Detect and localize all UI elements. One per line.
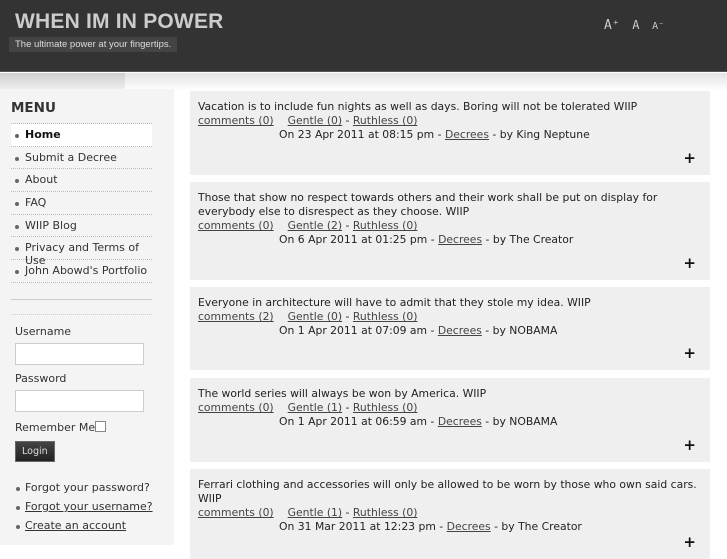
decree-actions: comments (0) Gentle (1) - Ruthless (0) (198, 401, 702, 415)
font-decrease-button[interactable]: A⁻ (652, 21, 664, 32)
decree-actions: comments (0) Gentle (0) - Ruthless (0) (198, 114, 702, 128)
category-link[interactable]: Decrees (447, 520, 491, 533)
decree-meta: On 1 Apr 2011 at 06:59 am - Decrees - by… (279, 415, 702, 429)
decree-date: On 31 Mar 2011 at 12:23 pm - (279, 520, 447, 533)
decree-author: - by NOBAMA (481, 324, 558, 337)
sidebar-shadow (0, 73, 125, 89)
main-menu: Home Submit a Decree About FAQ WIIP Blog… (11, 123, 152, 283)
decree-author: - by The Creator (482, 233, 574, 246)
decree-date: On 1 Apr 2011 at 07:09 am - (279, 324, 438, 337)
decree-actions: comments (0) Gentle (1) - Ruthless (0) (198, 506, 702, 520)
tagline: The ultimate power at your fingertips. (9, 37, 178, 52)
font-size-controls: A⁺ A A⁻ (604, 18, 670, 33)
site-title[interactable]: WHEN IM IN POWER (15, 10, 224, 34)
decree-author: - by King Neptune (488, 128, 590, 141)
menu-item-portfolio[interactable]: John Abowd's Portfolio (11, 260, 152, 283)
decree-actions: comments (0) Gentle (2) - Ruthless (0) (198, 219, 702, 233)
menu-item-blog[interactable]: WIIP Blog (11, 215, 152, 238)
font-reset-button[interactable]: A (632, 18, 639, 32)
category-link[interactable]: Decrees (438, 324, 482, 337)
username-input[interactable] (15, 343, 144, 365)
decree-post: The world series will always be won by A… (190, 378, 710, 462)
header: WHEN IM IN POWER The ultimate power at y… (0, 0, 727, 72)
password-label: Password (15, 372, 67, 385)
password-input[interactable] (15, 390, 144, 412)
decree-actions: comments (2) Gentle (0) - Ruthless (0) (198, 310, 702, 324)
expand-icon[interactable]: + (683, 256, 696, 271)
decree-meta: On 31 Mar 2011 at 12:23 pm - Decrees - b… (279, 520, 702, 534)
category-link[interactable]: Decrees (438, 415, 482, 428)
gentle-vote-link[interactable]: Gentle (0) (288, 114, 342, 127)
divider (11, 314, 152, 315)
expand-icon[interactable]: + (683, 535, 696, 550)
decree-meta: On 1 Apr 2011 at 07:09 am - Decrees - by… (279, 324, 702, 338)
expand-icon[interactable]: + (683, 346, 696, 361)
separator: - (342, 506, 353, 519)
ruthless-vote-link[interactable]: Ruthless (0) (353, 114, 418, 127)
decree-post: Those that show no respect towards other… (190, 182, 710, 280)
ruthless-vote-link[interactable]: Ruthless (0) (353, 401, 418, 414)
decree-post: Ferrari clothing and accessories will on… (190, 469, 710, 559)
decree-author: - by NOBAMA (481, 415, 558, 428)
comments-link[interactable]: comments (0) (198, 219, 274, 232)
decree-text: Everyone in architecture will have to ad… (198, 296, 591, 309)
separator: - (342, 114, 353, 127)
decree-text: The world series will always be won by A… (198, 387, 487, 400)
decree-meta: On 23 Apr 2011 at 08:15 pm - Decrees - b… (279, 128, 702, 142)
decree-date: On 6 Apr 2011 at 01:25 pm - (279, 233, 439, 246)
menu-item-faq[interactable]: FAQ (11, 192, 152, 215)
comments-link[interactable]: comments (0) (198, 114, 274, 127)
login-button[interactable]: Login (15, 441, 55, 462)
ruthless-vote-link[interactable]: Ruthless (0) (353, 310, 418, 323)
expand-icon[interactable]: + (683, 438, 696, 453)
comments-link[interactable]: comments (0) (198, 506, 274, 519)
username-label: Username (15, 325, 72, 338)
decree-date: On 23 Apr 2011 at 08:15 pm - (279, 128, 445, 141)
separator: - (342, 310, 353, 323)
decree-author: - by The Creator (490, 520, 582, 533)
category-link[interactable]: Decrees (445, 128, 489, 141)
decree-post: Everyone in architecture will have to ad… (190, 287, 710, 370)
gentle-vote-link[interactable]: Gentle (1) (288, 506, 342, 519)
remember-me-label: Remember Me (15, 421, 96, 434)
sidebar: MENU Home Submit a Decree About FAQ WIIP… (0, 89, 174, 545)
ruthless-vote-link[interactable]: Ruthless (0) (353, 506, 418, 519)
decree-text: Ferrari clothing and accessories will on… (198, 478, 697, 505)
menu-title: MENU (11, 100, 56, 116)
comments-link[interactable]: comments (0) (198, 401, 274, 414)
category-link[interactable]: Decrees (438, 233, 482, 246)
separator: - (342, 401, 353, 414)
decree-text: Vacation is to include fun nights as wel… (198, 100, 638, 113)
decree-meta: On 6 Apr 2011 at 01:25 pm - Decrees - by… (279, 233, 702, 247)
forgot-password-link[interactable]: Forgot your password? (15, 481, 153, 500)
account-links: Forgot your password? Forgot your userna… (15, 481, 153, 538)
decree-text: Those that show no respect towards other… (198, 191, 658, 218)
gentle-vote-link[interactable]: Gentle (1) (288, 401, 342, 414)
menu-item-home[interactable]: Home (11, 124, 152, 147)
menu-item-submit-decree[interactable]: Submit a Decree (11, 147, 152, 170)
forgot-username-link[interactable]: Forgot your username? (15, 500, 153, 519)
divider (11, 299, 152, 300)
gentle-vote-link[interactable]: Gentle (0) (288, 310, 342, 323)
expand-icon[interactable]: + (683, 151, 696, 166)
menu-item-about[interactable]: About (11, 169, 152, 193)
separator: - (342, 219, 353, 232)
gentle-vote-link[interactable]: Gentle (2) (288, 219, 342, 232)
decree-post: Vacation is to include fun nights as wel… (190, 91, 710, 175)
decree-date: On 1 Apr 2011 at 06:59 am - (279, 415, 438, 428)
menu-item-privacy[interactable]: Privacy and Terms of Use (11, 237, 152, 267)
font-increase-button[interactable]: A⁺ (604, 18, 620, 33)
remember-me-checkbox[interactable] (95, 421, 106, 432)
create-account-link[interactable]: Create an account (15, 519, 153, 538)
comments-link[interactable]: comments (2) (198, 310, 274, 323)
ruthless-vote-link[interactable]: Ruthless (0) (353, 219, 418, 232)
